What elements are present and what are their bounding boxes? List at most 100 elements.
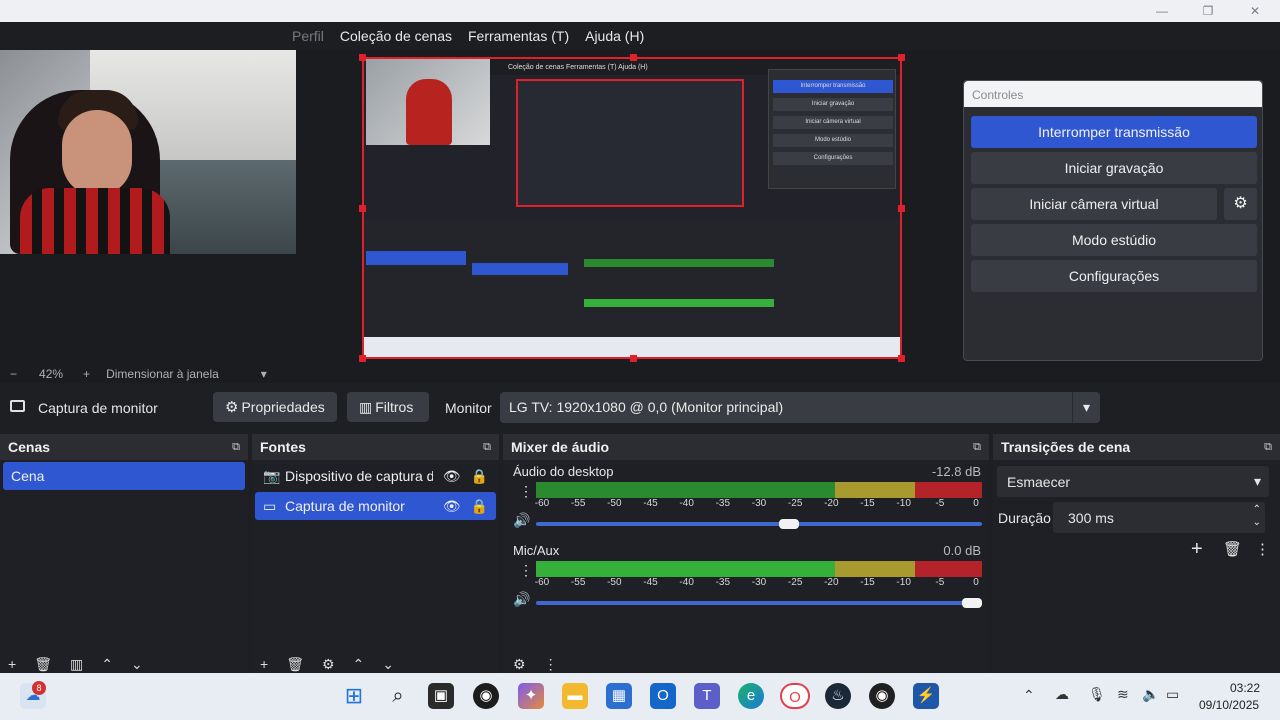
task-view-icon[interactable]: ▣ [428, 683, 454, 709]
virtual-camera-settings-gear-icon[interactable]: ⚙ [1224, 188, 1257, 220]
teams-icon[interactable]: T [694, 683, 720, 709]
speaker-icon[interactable]: 🔊 [513, 512, 530, 529]
volume-slider[interactable] [536, 519, 982, 529]
volume-slider[interactable] [536, 598, 982, 608]
meter-segment [536, 482, 835, 498]
settings-button[interactable]: Configurações [971, 260, 1257, 292]
arrow-down-icon[interactable]: ⌄ [382, 656, 394, 674]
add-icon[interactable]: + [8, 656, 16, 674]
clock-date[interactable]: 09/10/2025 [1199, 698, 1259, 712]
trash-icon[interactable]: 🗑 [34, 656, 52, 674]
eye-icon[interactable]: 👁 [443, 498, 461, 515]
wifi-icon[interactable]: ≋ [1117, 686, 1129, 703]
battery-icon[interactable]: ▭ [1166, 686, 1179, 703]
meter-tick-label: -20 [824, 577, 839, 588]
undock-icon[interactable]: ⧉ [232, 441, 240, 454]
minimize-icon[interactable]: — [1152, 3, 1172, 19]
eye-icon[interactable]: 👁 [443, 468, 461, 485]
monitor-select[interactable]: LG TV: 1920x1080 @ 0,0 (Monitor principa… [500, 392, 1100, 423]
lock-icon[interactable]: 🔒 [471, 498, 488, 515]
volume-slider-knob[interactable] [962, 598, 982, 608]
properties-button[interactable]: ⚙ Propriedades [213, 392, 337, 422]
meter-tick-label: 0 [973, 577, 979, 588]
source-item[interactable]: ▭ Captura de monitor 👁 🔒 [255, 492, 496, 520]
store-icon[interactable]: ▦ [606, 683, 632, 709]
arrow-up-icon[interactable]: ⌃ [101, 656, 113, 674]
lock-icon[interactable]: 🔒 [471, 468, 488, 485]
volume-icon[interactable]: 🔈 [1142, 686, 1159, 703]
webcam-feed [0, 50, 296, 254]
search-icon[interactable]: ⌕ [385, 683, 411, 709]
meter-tick-label: -45 [643, 498, 658, 509]
meter-tick-label: -30 [751, 577, 767, 588]
zoom-in-button[interactable]: + [83, 367, 90, 381]
cloud-icon[interactable]: ☁ [1055, 686, 1069, 703]
arrow-down-icon[interactable]: ⌄ [131, 656, 143, 674]
volume-slider-knob[interactable] [779, 519, 800, 529]
stop-streaming-button[interactable]: Interromper transmissão [971, 116, 1257, 148]
gear-icon[interactable]: ⚙ [322, 656, 335, 674]
meter-tick-label: -15 [860, 577, 875, 588]
steam-icon[interactable]: ♨ [825, 683, 851, 709]
opera-icon[interactable]: O [780, 683, 810, 709]
outlook-icon[interactable]: O [650, 683, 676, 709]
start-virtual-camera-button[interactable]: Iniciar câmera virtual [971, 188, 1217, 220]
speaker-icon[interactable]: 🔊 [513, 591, 530, 608]
undock-icon[interactable]: ⧉ [1264, 441, 1272, 454]
zoom-dropdown-icon[interactable]: ▾ [261, 367, 267, 381]
channel-menu-icon[interactable]: ⋮ [519, 562, 533, 579]
copilot-icon[interactable]: ✦ [518, 683, 544, 709]
scene-item[interactable]: Cena [3, 462, 245, 490]
meter-tick-label: -20 [824, 498, 839, 509]
arrow-up-icon[interactable]: ⌃ [353, 656, 365, 674]
meter-tick-label: -25 [787, 577, 803, 588]
channel-name: Áudio do desktop [513, 464, 614, 479]
sources-dock: Fontes ⧉ 📷 Dispositivo de captura de 👁 🔒… [252, 434, 499, 674]
scenes-dock: Cenas ⧉ Cena + 🗑 ▥ ⌃ ⌄ [0, 434, 248, 674]
app-icon[interactable]: ⚡ [913, 683, 939, 709]
duration-input[interactable]: 300 ms ⌃ ⌄ [1053, 502, 1265, 533]
add-icon[interactable]: + [260, 656, 268, 674]
channel-menu-icon[interactable]: ⋮ [519, 483, 533, 500]
menu-item-help[interactable]: Ajuda (H) [585, 28, 644, 44]
close-icon[interactable]: ✕ [1245, 3, 1265, 19]
channel-db: 0.0 dB [943, 543, 981, 558]
microphone-icon[interactable]: 🎙 [1088, 686, 1106, 703]
windows-start-icon[interactable]: ⊞ [341, 683, 367, 709]
meter-tick-label: -50 [607, 577, 622, 588]
transition-select[interactable]: Esmaecer ▾ [997, 466, 1269, 497]
meter-tick-label: -60 [534, 577, 550, 588]
menu-item-scene-collection[interactable]: Coleção de cenas [340, 28, 452, 44]
add-icon[interactable]: + [1191, 538, 1203, 561]
filter-icon[interactable]: ▥ [70, 656, 83, 674]
transitions-dock: Transições de cena ⧉ Esmaecer ▾ Duração … [993, 434, 1280, 674]
obs-second-icon[interactable]: ◉ [869, 683, 895, 709]
undock-icon[interactable]: ⧉ [483, 441, 491, 454]
trash-icon[interactable]: 🗑 [1223, 540, 1242, 558]
clock-time[interactable]: 03:22 [1230, 681, 1260, 695]
zoom-out-button[interactable]: − [10, 367, 17, 381]
edge-icon[interactable]: e [738, 683, 764, 709]
menu-icon[interactable]: ⋮ [1255, 540, 1270, 558]
menu-icon[interactable]: ⋮ [544, 656, 558, 674]
spinner-icon[interactable]: ⌃ ⌄ [1253, 503, 1261, 529]
nested-docks [364, 219, 900, 339]
meter-segment [834, 561, 916, 577]
chevron-up-icon[interactable]: ⌃ [1023, 687, 1035, 704]
windows-taskbar: ☁ 8 ⊞ ⌕ ▣ ◉ ✦ ▬ ▦ O T e O ♨ ◉ ⚡ ⌃ ☁ 🎙 ≋ … [0, 673, 1280, 720]
gear-icon[interactable]: ⚙ [513, 656, 526, 674]
studio-mode-button[interactable]: Modo estúdio [971, 224, 1257, 256]
filters-button[interactable]: ▥ Filtros [347, 392, 429, 422]
maximize-icon[interactable]: ❐ [1198, 3, 1218, 19]
menu-item-tools[interactable]: Ferramentas (T) [468, 28, 569, 44]
menu-item-profile[interactable]: Perfil [292, 28, 324, 44]
start-recording-button[interactable]: Iniciar gravação [971, 152, 1257, 184]
source-item[interactable]: 📷 Dispositivo de captura de 👁 🔒 [255, 462, 496, 490]
fit-to-window-label[interactable]: Dimensionar à janela [106, 367, 219, 381]
obs-icon[interactable]: ◉ [473, 683, 499, 709]
transitions-title: Transições de cena [1001, 439, 1131, 455]
file-explorer-icon[interactable]: ▬ [562, 683, 588, 709]
undock-icon[interactable]: ⧉ [973, 441, 981, 454]
program-preview[interactable]: Coleção de cenas Ferramentas (T) Ajuda (… [359, 54, 905, 362]
trash-icon[interactable]: 🗑 [286, 656, 304, 674]
